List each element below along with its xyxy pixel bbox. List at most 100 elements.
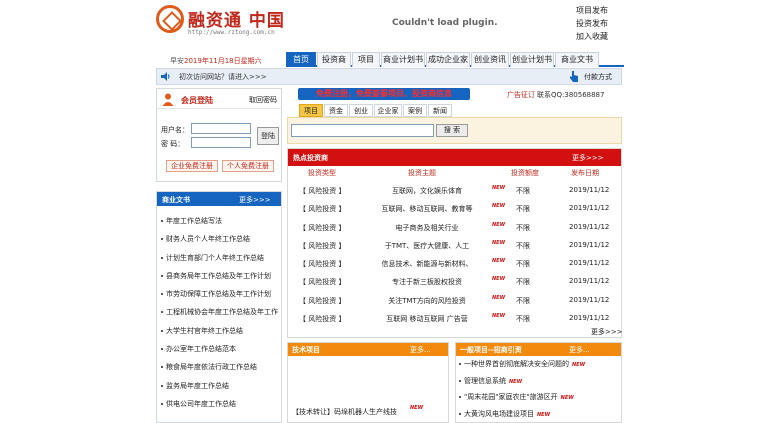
- cell-theme[interactable]: 互联网 移动互联网 广告营: [362, 314, 492, 324]
- tab-funds[interactable]: 资金: [324, 104, 348, 117]
- search-input[interactable]: [291, 124, 434, 137]
- table-row[interactable]: 【 风险投资 】 关注TMT方向的风险投资 NEW 不限 2019/11/12: [288, 292, 621, 310]
- list-item[interactable]: 监务局年度工作总结: [161, 381, 279, 399]
- nav-business-plan[interactable]: 商业计划书: [381, 52, 425, 67]
- nav-startup-news[interactable]: 创业资讯: [471, 52, 509, 67]
- business-docs-title: 商业文书: [162, 196, 190, 204]
- list-item[interactable]: 一种世界首创彻底解决安全问题的 NEW: [459, 359, 619, 376]
- cell-type[interactable]: 【 风险投资 】: [299, 259, 345, 269]
- list-item[interactable]: 粮食局年度依法行政工作总结: [161, 362, 279, 380]
- payment-methods-link[interactable]: 付款方式: [584, 72, 612, 82]
- new-badge: NEW: [492, 313, 506, 320]
- nav-home[interactable]: 首页: [286, 52, 316, 67]
- search-area: 搜 索: [287, 117, 622, 144]
- table-row[interactable]: 【 风险投资 】 互联网，文化娱乐体育 NEW 不限 2019/11/12: [288, 182, 621, 200]
- search-button[interactable]: 搜 索: [436, 124, 468, 137]
- password-input[interactable]: [191, 137, 251, 148]
- column-header-date: 发布日期: [571, 169, 599, 177]
- tab-news[interactable]: 新闻: [428, 104, 452, 117]
- general-projects-title: 一般项目--招商引资: [460, 346, 522, 354]
- cell-theme[interactable]: 互联网，文化娱乐体育: [362, 186, 492, 196]
- business-docs-list: 年度工作总结写法 财务人员个人年终工作总结 计划生育部门个人年终工作总结 县商务…: [161, 216, 279, 417]
- list-item-label: "周末花园"家庭农庄"旅游区开: [464, 393, 558, 401]
- table-row[interactable]: 【 风险投资 】 于TMT、医疗大健康、人工 NEW 不限 2019/11/12: [288, 237, 621, 255]
- personal-register-button[interactable]: 个人免费注册: [222, 160, 274, 172]
- list-item[interactable]: 大学生村官年终工作总结: [161, 326, 279, 344]
- general-projects-more-link[interactable]: 更多...: [569, 345, 590, 355]
- list-item[interactable]: 【技术转让】码垛机器人生产线技: [292, 407, 397, 417]
- nav-investors[interactable]: 投资商: [317, 52, 351, 67]
- ad-label[interactable]: 广告征订: [507, 90, 535, 100]
- list-item[interactable]: 市劳动保障工作总结及年工作计划: [161, 289, 279, 307]
- logo-url: http://www.rztong.com.cn: [188, 29, 275, 36]
- cell-type[interactable]: 【 风险投资 】: [299, 314, 345, 324]
- new-badge: NEW: [492, 203, 506, 210]
- nav-business-docs[interactable]: 商业文书: [555, 52, 599, 67]
- hot-investors-panel: 热点投资商 更多>>> 投资类型 投资主题 投资额度 发布日期 【 风险投资 】…: [287, 148, 623, 338]
- password-label: 密 码：: [161, 140, 185, 148]
- cell-date: 2019/11/12: [569, 204, 610, 213]
- nav-entrepreneurs[interactable]: 成功企业家: [426, 52, 470, 67]
- free-register-banner[interactable]: 免费注册，免费查看项目、投资商信息: [298, 88, 470, 100]
- cell-theme[interactable]: 专注于新三板股权投资: [362, 277, 492, 287]
- table-row[interactable]: 【 风险投资 】 电子商务及相关行业 NEW 不限 2019/11/12: [288, 219, 621, 237]
- list-item[interactable]: 财务人员个人年终工作总结: [161, 234, 279, 252]
- new-badge: NEW: [410, 405, 424, 411]
- new-badge: NEW: [537, 411, 551, 418]
- cell-type[interactable]: 【 风险投资 】: [299, 186, 345, 196]
- hot-investors-more-bottom[interactable]: 更多>>>: [591, 327, 623, 337]
- table-row[interactable]: 【 风险投资 】 专注于新三板股权投资 NEW 不限 2019/11/12: [288, 273, 621, 291]
- link-post-investment[interactable]: 投资发布: [576, 17, 646, 30]
- link-add-favorite[interactable]: 加入收藏: [576, 30, 646, 43]
- forgot-password-link[interactable]: 取回密码: [249, 95, 277, 105]
- business-docs-more-link[interactable]: 更多>>>: [239, 195, 271, 205]
- link-post-project[interactable]: 项目发布: [576, 4, 646, 17]
- company-register-button[interactable]: 企业免费注册: [166, 160, 218, 172]
- cell-type[interactable]: 【 风险投资 】: [299, 277, 345, 287]
- table-row[interactable]: 【 风险投资 】 信息技术、新能源与新材料、 NEW 不限 2019/11/12: [288, 255, 621, 273]
- cell-date: 2019/11/12: [569, 259, 610, 268]
- cell-theme[interactable]: 电子商务及相关行业: [362, 223, 492, 233]
- list-item[interactable]: 年度工作总结写法: [161, 216, 279, 234]
- cell-type[interactable]: 【 风险投资 】: [299, 296, 345, 306]
- cell-type[interactable]: 【 风险投资 】: [299, 223, 345, 233]
- list-item[interactable]: 供电公司年度工作总结: [161, 399, 279, 417]
- new-badge: NEW: [492, 185, 506, 191]
- table-row[interactable]: 【 风险投资 】 互联网 移动互联网 广告营 NEW 不限 2019/11/12: [288, 310, 621, 328]
- cell-amount: 不限: [516, 296, 530, 305]
- new-badge: NEW: [572, 362, 586, 368]
- tech-projects-header: 技术项目 更多...: [288, 343, 448, 356]
- cell-theme[interactable]: 关注TMT方向的风险投资: [362, 296, 492, 306]
- tech-projects-more-link[interactable]: 更多...: [410, 345, 431, 355]
- list-item[interactable]: 县商务局年工作总结及年工作计划: [161, 271, 279, 289]
- nav-startup-plan[interactable]: 创业计划书: [510, 52, 554, 67]
- list-item[interactable]: "周末花园"家庭农庄"旅游区开 NEW: [459, 392, 619, 409]
- table-row[interactable]: 【 风险投资 】 互联网、移动互联网、教育等 NEW 不限 2019/11/12: [288, 200, 621, 218]
- list-item[interactable]: 管理信息系统 NEW: [459, 376, 619, 393]
- search-tabs: 项目 资金 创业 企业家 案例 新闻: [299, 104, 453, 117]
- cell-date: 2019/11/12: [569, 295, 610, 304]
- cell-theme[interactable]: 信息技术、新能源与新材料、: [362, 259, 492, 269]
- list-item[interactable]: 工程机械协会年度工作总结及年工作: [161, 307, 279, 325]
- tab-cases[interactable]: 案例: [403, 104, 427, 117]
- list-item[interactable]: 办公室年工作总结范本: [161, 344, 279, 362]
- username-input[interactable]: [191, 123, 251, 134]
- cell-type[interactable]: 【 风险投资 】: [299, 241, 345, 251]
- cell-theme[interactable]: 于TMT、医疗大健康、人工: [362, 241, 492, 251]
- tab-projects[interactable]: 项目: [299, 104, 323, 117]
- top-links: 项目发布 投资发布 加入收藏: [576, 4, 646, 43]
- tab-entrepreneur[interactable]: 企业家: [374, 104, 402, 117]
- notice-text[interactable]: 初次访问网站？请进入>>>: [179, 72, 267, 82]
- logo-emblem-icon: [156, 5, 184, 33]
- site-logo[interactable]: 融资通 中国 http://www.rztong.com.cn: [156, 4, 286, 42]
- login-button[interactable]: 登陆: [257, 127, 279, 145]
- nav-projects[interactable]: 项目: [352, 52, 380, 67]
- list-item[interactable]: 计划生育部门个人年终工作总结: [161, 253, 279, 271]
- hot-investors-more-link[interactable]: 更多>>>: [572, 153, 604, 163]
- list-item[interactable]: 大黄沟风电场建设项目 NEW: [459, 409, 619, 423]
- new-badge: NEW: [492, 221, 506, 228]
- cell-theme[interactable]: 互联网、移动互联网、教育等: [362, 204, 492, 214]
- tab-startup[interactable]: 创业: [349, 104, 373, 117]
- cell-type[interactable]: 【 风险投资 】: [299, 204, 345, 214]
- cell-amount: 不限: [516, 187, 530, 195]
